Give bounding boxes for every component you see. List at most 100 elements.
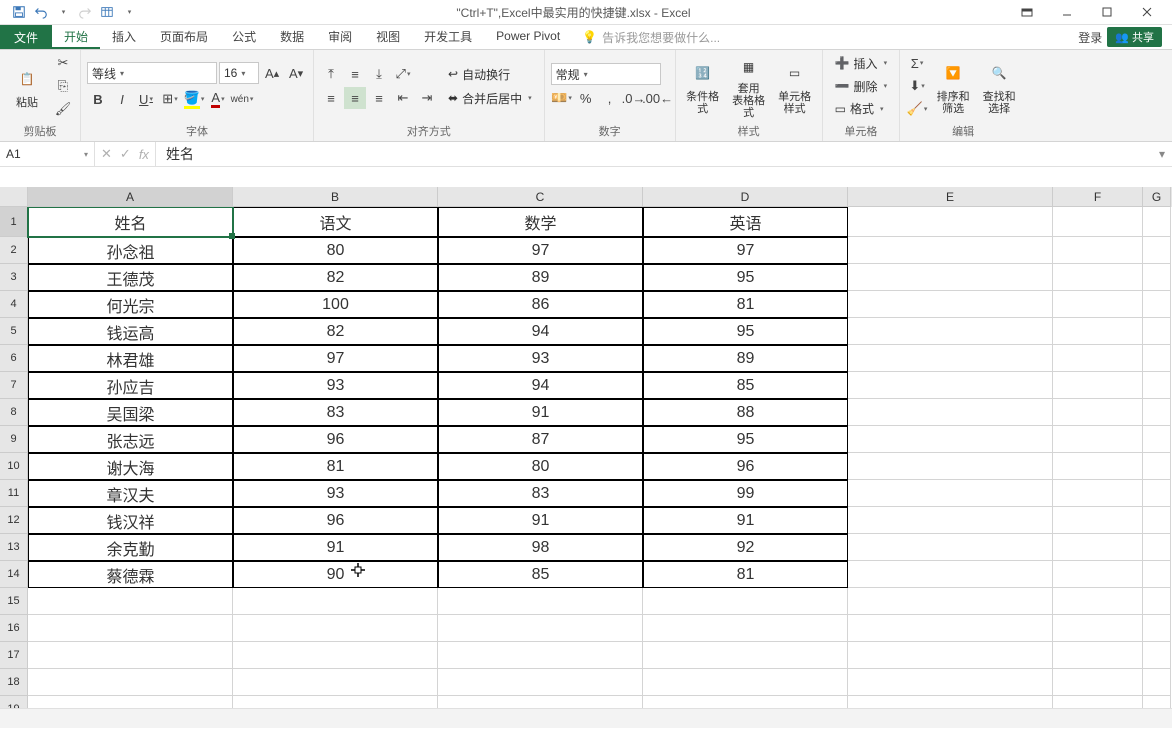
insert-cells-button[interactable]: ➕插入 — [829, 53, 893, 74]
maximize-icon[interactable] — [1087, 1, 1127, 23]
cell-E5[interactable] — [848, 318, 1053, 345]
cell-E10[interactable] — [848, 453, 1053, 480]
cell-C4[interactable]: 86 — [438, 291, 643, 318]
cell-G2[interactable] — [1143, 237, 1171, 264]
tab-data[interactable]: 数据 — [268, 25, 316, 49]
format-cells-button[interactable]: ▭格式 — [829, 98, 893, 119]
row-header-4[interactable]: 4 — [0, 291, 28, 318]
row-header-3[interactable]: 3 — [0, 264, 28, 291]
cell-D7[interactable]: 85 — [643, 372, 848, 399]
tab-file[interactable]: 文件 — [0, 25, 52, 49]
close-icon[interactable] — [1127, 1, 1167, 23]
tab-view[interactable]: 视图 — [364, 25, 412, 49]
decrease-indent-icon[interactable]: ⇤ — [392, 87, 414, 109]
cell-E3[interactable] — [848, 264, 1053, 291]
fill-color-button[interactable]: 🪣 — [183, 88, 205, 110]
formula-bar[interactable]: 姓名 — [156, 142, 1152, 166]
cell-G15[interactable] — [1143, 588, 1171, 615]
table-icon[interactable] — [96, 1, 118, 23]
sort-filter-button[interactable]: 🔽排序和筛选 — [932, 53, 974, 119]
cell-D13[interactable]: 92 — [643, 534, 848, 561]
increase-font-icon[interactable]: A▴ — [261, 62, 283, 84]
cell-E11[interactable] — [848, 480, 1053, 507]
cell-D14[interactable]: 81 — [643, 561, 848, 588]
cell-G13[interactable] — [1143, 534, 1171, 561]
undo-icon[interactable] — [30, 1, 52, 23]
row-header-14[interactable]: 14 — [0, 561, 28, 588]
cell-B12[interactable]: 96 — [233, 507, 438, 534]
tab-page-layout[interactable]: 页面布局 — [148, 25, 220, 49]
cell-E2[interactable] — [848, 237, 1053, 264]
cell-A11[interactable]: 章汉夫 — [28, 480, 233, 507]
align-middle-icon[interactable]: ≡ — [344, 63, 366, 85]
align-center-icon[interactable]: ≡ — [344, 87, 366, 109]
expand-formula-bar-icon[interactable]: ▾ — [1152, 142, 1172, 166]
cell-C8[interactable]: 91 — [438, 399, 643, 426]
cell-E1[interactable] — [848, 207, 1053, 237]
tab-insert[interactable]: 插入 — [100, 25, 148, 49]
cell-B8[interactable]: 83 — [233, 399, 438, 426]
cell-F19[interactable] — [1053, 696, 1143, 708]
cell-D5[interactable]: 95 — [643, 318, 848, 345]
minimize-icon[interactable] — [1047, 1, 1087, 23]
save-icon[interactable] — [8, 1, 30, 23]
copy-icon[interactable]: ⎘ — [52, 76, 74, 97]
cell-C13[interactable]: 98 — [438, 534, 643, 561]
row-header-8[interactable]: 8 — [0, 399, 28, 426]
cell-G3[interactable] — [1143, 264, 1171, 291]
cell-B11[interactable]: 93 — [233, 480, 438, 507]
cell-A2[interactable]: 孙念祖 — [28, 237, 233, 264]
cell-F4[interactable] — [1053, 291, 1143, 318]
cell-A8[interactable]: 吴国梁 — [28, 399, 233, 426]
find-select-button[interactable]: 🔍查找和选择 — [978, 53, 1020, 119]
ribbon-options-icon[interactable] — [1007, 1, 1047, 23]
clear-icon[interactable]: 🧹 — [906, 98, 928, 119]
tab-review[interactable]: 审阅 — [316, 25, 364, 49]
cell-B13[interactable]: 91 — [233, 534, 438, 561]
cell-D10[interactable]: 96 — [643, 453, 848, 480]
cell-B19[interactable] — [233, 696, 438, 708]
fill-handle[interactable] — [229, 233, 235, 239]
grid-body[interactable]: 1姓名语文数学英语2孙念祖8097973王德茂8289954何光宗1008681… — [0, 207, 1172, 708]
cell-A4[interactable]: 何光宗 — [28, 291, 233, 318]
accept-formula-icon[interactable]: ✓ — [120, 146, 131, 162]
cell-A17[interactable] — [28, 642, 233, 669]
cell-D11[interactable]: 99 — [643, 480, 848, 507]
accounting-format-icon[interactable]: 💴 — [551, 87, 573, 109]
cell-E12[interactable] — [848, 507, 1053, 534]
cell-F18[interactable] — [1053, 669, 1143, 696]
delete-cells-button[interactable]: ➖删除 — [829, 76, 893, 97]
cell-F6[interactable] — [1053, 345, 1143, 372]
cell-E19[interactable] — [848, 696, 1053, 708]
font-color-button[interactable]: A — [207, 88, 229, 110]
wrap-text-button[interactable]: ↩自动换行 — [442, 63, 538, 85]
cell-D12[interactable]: 91 — [643, 507, 848, 534]
tab-developer[interactable]: 开发工具 — [412, 25, 484, 49]
cell-F17[interactable] — [1053, 642, 1143, 669]
cell-B15[interactable] — [233, 588, 438, 615]
cell-A7[interactable]: 孙应吉 — [28, 372, 233, 399]
cell-E7[interactable] — [848, 372, 1053, 399]
cell-D15[interactable] — [643, 588, 848, 615]
row-header-1[interactable]: 1 — [0, 207, 28, 237]
cell-B14[interactable]: 90 — [233, 561, 438, 588]
ruby-button[interactable]: wén — [231, 88, 253, 110]
cell-G5[interactable] — [1143, 318, 1171, 345]
orientation-icon[interactable]: ⤢ — [392, 63, 414, 85]
cell-G16[interactable] — [1143, 615, 1171, 642]
cell-F5[interactable] — [1053, 318, 1143, 345]
cell-A14[interactable]: 蔡德霖 — [28, 561, 233, 588]
column-header-F[interactable]: F — [1053, 187, 1143, 207]
cell-F16[interactable] — [1053, 615, 1143, 642]
column-header-D[interactable]: D — [643, 187, 848, 207]
cell-G10[interactable] — [1143, 453, 1171, 480]
cell-G7[interactable] — [1143, 372, 1171, 399]
cell-G17[interactable] — [1143, 642, 1171, 669]
cell-F8[interactable] — [1053, 399, 1143, 426]
tab-home[interactable]: 开始 — [52, 25, 100, 49]
cell-F13[interactable] — [1053, 534, 1143, 561]
row-header-18[interactable]: 18 — [0, 669, 28, 696]
cell-G6[interactable] — [1143, 345, 1171, 372]
align-right-icon[interactable]: ≡ — [368, 87, 390, 109]
tab-powerpivot[interactable]: Power Pivot — [484, 25, 572, 49]
